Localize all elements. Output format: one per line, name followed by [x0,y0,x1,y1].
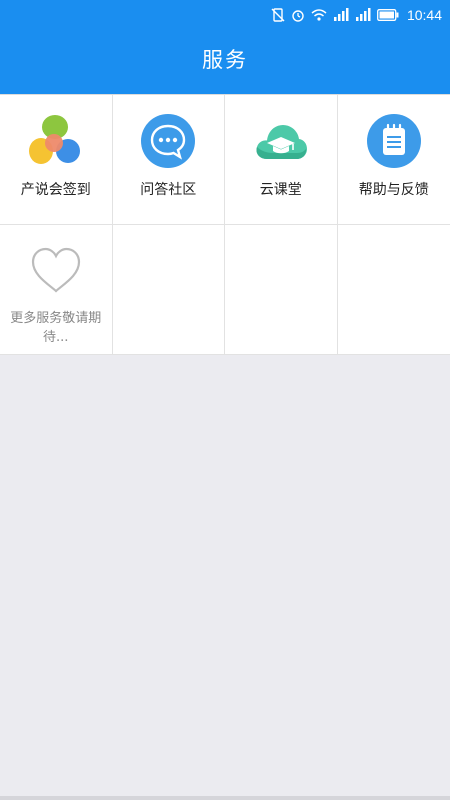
battery-icon [377,9,399,21]
page-title: 服务 [202,48,248,72]
notepad-icon [366,114,421,168]
title-bar: 服务 [0,30,450,94]
service-help-feedback[interactable]: 帮助与反馈 [337,95,450,225]
service-qa-community[interactable]: 问答社区 [112,95,225,225]
no-sim-icon [271,8,285,22]
service-label: 云课堂 [259,182,302,198]
cloud-graduation-cap-icon [256,125,307,159]
service-more: 更多服务敬请期待... [0,225,113,355]
chat-bubble-icon [141,114,196,168]
service-label: 更多服务敬请期待... [10,311,102,345]
status-time: 10:44 [406,7,442,23]
service-checkin[interactable]: 产说会签到 [0,95,113,225]
service-grid: 产说会签到 问答社区 云课堂 帮助与反馈 更多服务敬请期待... [0,94,450,355]
service-label: 问答社区 [140,182,197,198]
signal-icon [355,8,371,22]
empty-cell [225,225,338,355]
empty-cell [337,225,450,355]
bottom-edge [0,796,450,800]
signal-icon [333,8,349,22]
empty-cell [112,225,225,355]
service-label: 产说会签到 [20,182,91,198]
service-cloud-classroom[interactable]: 云课堂 [225,95,338,225]
colorful-bubbles-icon [28,115,80,164]
status-bar: 10:44 [0,0,450,30]
alarm-icon [291,8,305,22]
wifi-icon [311,8,327,22]
heart-outline-icon [31,247,80,293]
service-label: 帮助与反馈 [358,182,429,198]
app-header: 10:44 服务 [0,0,450,94]
